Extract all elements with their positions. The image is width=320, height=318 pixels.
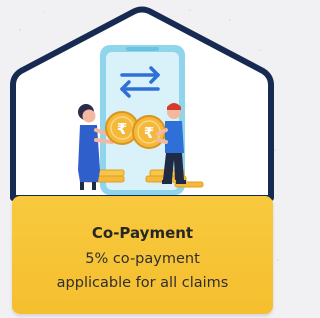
card-description-line-1: 5% co-payment [85, 251, 200, 267]
info-box: Co-Payment 5% co-payment applicable for … [12, 196, 273, 314]
card-title: Co-Payment [91, 224, 194, 242]
svg-text:₹: ₹ [117, 120, 127, 138]
card-description-line-2: applicable for all claims [56, 275, 229, 291]
svg-text:₹: ₹ [144, 124, 154, 142]
